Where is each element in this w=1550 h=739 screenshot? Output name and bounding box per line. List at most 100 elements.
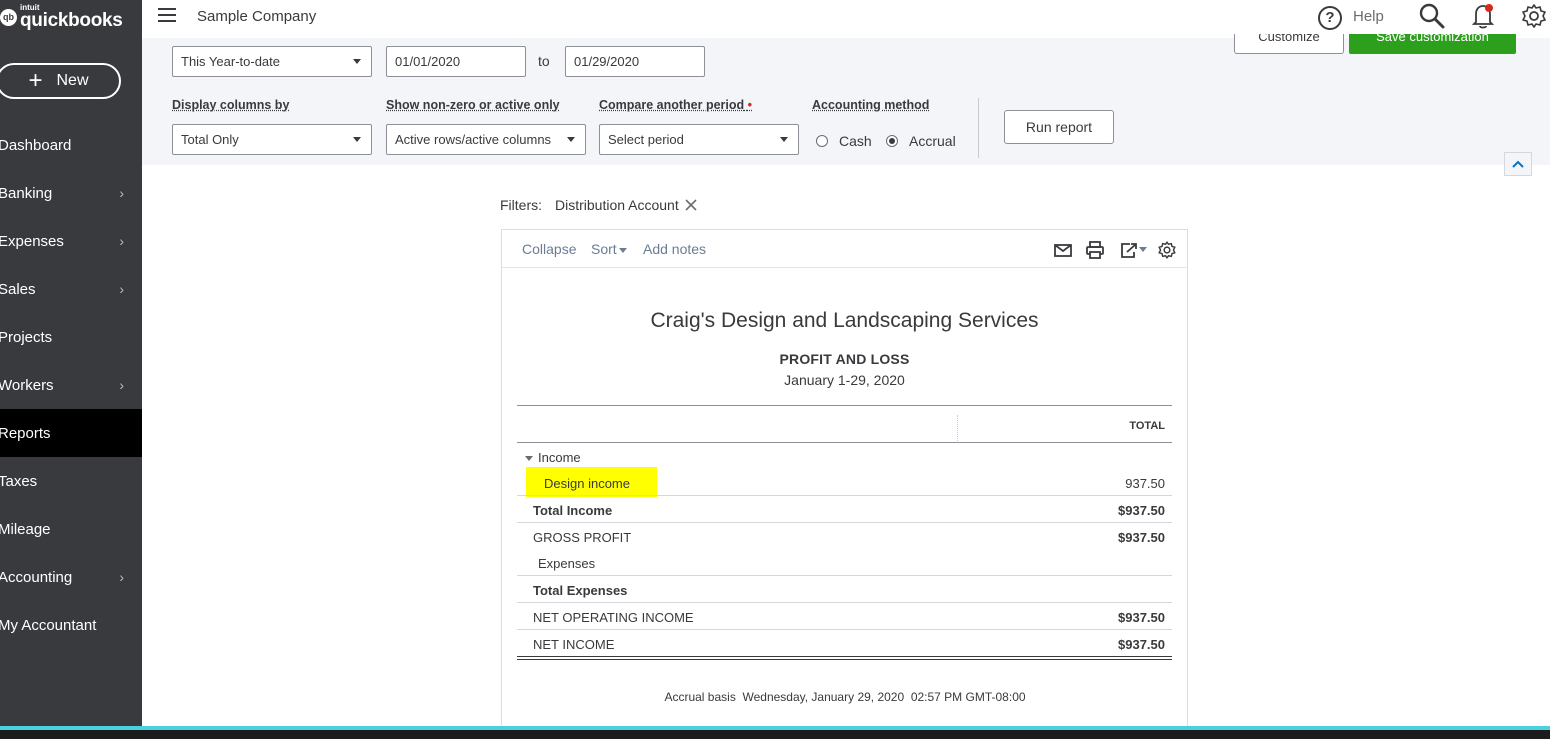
row-divider (517, 602, 1172, 603)
run-report-button[interactable]: Run report (1004, 110, 1114, 144)
sort-dropdown[interactable]: Sort (591, 241, 627, 257)
radio-cash-label: Cash (839, 133, 872, 149)
sidebar-item-reports[interactable]: Reports (0, 409, 142, 457)
help-link[interactable]: Help (1353, 8, 1384, 25)
table-rule (517, 405, 1172, 406)
row-amount[interactable]: 937.50 (1125, 476, 1165, 491)
remove-filter-close-icon[interactable] (683, 197, 699, 213)
show-nonzero-select[interactable]: Active rows/active columns (386, 124, 586, 155)
compare-period-label-text: Compare another period (599, 98, 745, 112)
row-amount[interactable]: $937.50 (1118, 503, 1165, 518)
sidebar-item-label: Sales (0, 280, 36, 298)
radio-accrual[interactable]: Accrual (886, 133, 956, 149)
start-date-input[interactable]: 01/01/2020 (386, 46, 526, 77)
sidebar-item-workers[interactable]: Workers › (0, 361, 142, 409)
report-title: PROFIT AND LOSS (779, 351, 910, 367)
row-divider (517, 522, 1172, 523)
radio-accrual-label: Accrual (909, 133, 956, 149)
radio-cash[interactable]: Cash (816, 133, 872, 149)
plus-icon: + (28, 67, 43, 94)
display-columns-value: Total Only (181, 132, 239, 147)
row-divider (517, 495, 1172, 496)
export-icon[interactable] (1118, 240, 1148, 260)
sidebar-item-label: My Accountant (0, 616, 97, 634)
collapse-panel-button[interactable] (1504, 152, 1532, 176)
top-header: Sample Company ? Help (142, 0, 1550, 38)
sidebar-item-dashboard[interactable]: Dashboard (0, 121, 142, 169)
compare-period-select[interactable]: Select period (599, 124, 799, 155)
radio-circle (816, 135, 828, 147)
row-amount[interactable]: $937.50 (1118, 610, 1165, 625)
sidebar-item-sales[interactable]: Sales › (0, 265, 142, 313)
logo-quickbooks-text: quickbooks (20, 10, 123, 31)
notification-bell-icon[interactable] (1470, 2, 1496, 30)
sidebar-item-label: Accounting (0, 568, 73, 586)
display-columns-label: Display columns by (172, 98, 290, 112)
display-columns-select[interactable]: Total Only (172, 124, 372, 155)
quickbooks-logo[interactable]: qb intuit quickbooks (0, 2, 123, 32)
help-question-icon[interactable]: ? (1318, 6, 1342, 30)
dropdown-caret-icon (353, 137, 361, 142)
end-date-input[interactable]: 01/29/2020 (565, 46, 705, 77)
compare-period-label: Compare another period • (599, 98, 752, 112)
table-rule (517, 442, 1172, 443)
column-header-total: TOTAL (1129, 420, 1165, 432)
collapse-link[interactable]: Collapse (522, 241, 576, 257)
row-label: Design income (544, 476, 630, 491)
sidebar-item-label: Workers (0, 376, 54, 394)
accounting-method-label: Accounting method (812, 98, 930, 112)
report-footer: Accrual basis Wednesday, January 29, 202… (664, 690, 1026, 704)
chevron-right-icon: › (119, 281, 124, 297)
settings-gear-icon[interactable] (1520, 2, 1548, 30)
sidebar-item-mileage[interactable]: Mileage (0, 505, 142, 553)
qb-logo-icon: qb (0, 8, 17, 26)
date-to-label: to (538, 53, 550, 69)
row-amount[interactable]: $937.50 (1118, 637, 1165, 652)
sort-label: Sort (591, 241, 617, 257)
sidebar-item-banking[interactable]: Banking › (0, 169, 142, 217)
report-settings-gear-icon[interactable] (1157, 240, 1177, 260)
sidebar-item-projects[interactable]: Projects (0, 313, 142, 361)
customize-button[interactable]: Customize (1234, 34, 1344, 54)
quickbooks-app: qb intuit quickbooks + New Dashboard Ban… (0, 0, 1550, 739)
required-dot: • (747, 98, 753, 112)
show-nonzero-label: Show non-zero or active only (386, 98, 560, 112)
report-period-select[interactable]: This Year-to-date (172, 46, 372, 77)
print-icon[interactable] (1085, 240, 1105, 260)
sidebar-item-label: Expenses (0, 232, 64, 250)
sidebar-item-label: Reports (0, 424, 51, 442)
radio-circle-selected (886, 135, 898, 147)
sidebar-item-my-accountant[interactable]: My Accountant (0, 601, 142, 649)
chevron-right-icon: › (119, 377, 124, 393)
report-card: Collapse Sort Add notes Craig's Design a… (501, 229, 1188, 729)
dropdown-caret-icon (780, 137, 788, 142)
caret-down-icon (618, 247, 627, 253)
column-separator (957, 415, 958, 441)
chevron-right-icon: › (119, 569, 124, 585)
sidebar-item-accounting[interactable]: Accounting › (0, 553, 142, 601)
report-company-name: Craig's Design and Landscaping Services (650, 309, 1039, 332)
row-label: NET INCOME (533, 637, 615, 652)
row-divider (517, 575, 1172, 576)
sidebar-item-taxes[interactable]: Taxes (0, 457, 142, 505)
row-label: NET OPERATING INCOME (533, 610, 694, 625)
taskbar-strip (0, 726, 1550, 739)
new-button[interactable]: + New (0, 63, 121, 99)
double-rule-top (517, 656, 1172, 657)
sidebar-item-label: Projects (0, 328, 53, 346)
sidebar-item-label: Banking (0, 184, 53, 202)
dropdown-caret-icon (567, 137, 575, 142)
add-notes-link[interactable]: Add notes (643, 241, 706, 257)
search-icon[interactable] (1418, 2, 1446, 30)
report-toolbar: Collapse Sort Add notes (502, 230, 1187, 268)
row-label: Expenses (538, 556, 596, 571)
row-divider (517, 629, 1172, 630)
hamburger-menu-icon[interactable] (158, 8, 176, 22)
email-icon[interactable] (1053, 240, 1073, 260)
row-label: GROSS PROFIT (533, 530, 632, 545)
chevron-up-icon (1512, 160, 1524, 168)
row-amount[interactable]: $937.50 (1118, 530, 1165, 545)
sidebar-item-label: Mileage (0, 520, 51, 538)
sidebar-item-expenses[interactable]: Expenses › (0, 217, 142, 265)
save-customization-button[interactable]: Save customization (1349, 34, 1516, 54)
